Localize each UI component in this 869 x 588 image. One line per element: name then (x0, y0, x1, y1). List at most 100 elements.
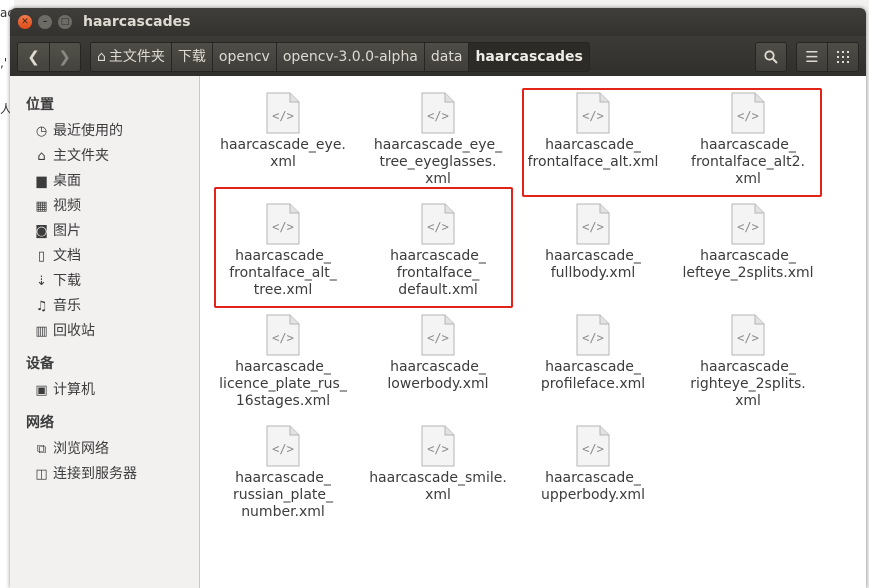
file-name-line: haarcascade_ (235, 359, 331, 375)
file-item[interactable]: </> haarcascade_eye. xml (208, 92, 358, 171)
home-icon: ⌂ (97, 49, 106, 65)
file-name-line: frontalface_alt.xml (527, 154, 659, 170)
crumb-data[interactable]: data (424, 43, 470, 71)
file-name-line: number.xml (241, 504, 325, 520)
file-item[interactable]: </> haarcascade_ upperbody.xml (518, 425, 668, 504)
file-item[interactable]: </> haarcascade_ frontalface_alt.xml (518, 92, 668, 171)
file-item[interactable]: </> haarcascade_eye_ tree_eyeglasses. xml (363, 92, 513, 188)
xml-file-icon: </> (576, 314, 610, 356)
file-item[interactable]: </> haarcascade_ lefteye_2splits.xml (673, 203, 823, 282)
list-view-button[interactable]: ☰ (796, 42, 828, 72)
svg-text:</>: </> (582, 442, 604, 456)
crumb-downloads[interactable]: 下载 (171, 43, 213, 71)
sidebar-item-documents[interactable]: ▯ 文档 (34, 245, 81, 267)
file-name-line: righteye_2splits. (690, 376, 806, 392)
file-name-line: haarcascade_ (545, 137, 641, 153)
file-name-line: fullbody.xml (550, 265, 636, 281)
xml-file-icon: </> (576, 203, 610, 245)
sidebar-item-music[interactable]: ♫ 音乐 (34, 295, 81, 317)
file-name: haarcascade_smile. xml (363, 470, 513, 504)
file-item[interactable]: </> haarcascade_ righteye_2splits. xml (673, 314, 823, 410)
svg-text:</>: </> (427, 442, 449, 456)
file-manager-window: ✕ – □ haarcascades ❮ ❯ ⌂ 主文件夹 下载 opencv o… (10, 8, 866, 588)
maximize-window-button[interactable]: □ (58, 15, 72, 29)
sidebar-item-pictures[interactable]: ◙ 图片 (34, 220, 81, 242)
file-name: haarcascade_ lowerbody.xml (363, 359, 513, 393)
home-icon: ⌂ (37, 149, 46, 164)
file-item[interactable]: </> haarcascade_ frontalface_ default.xml (363, 203, 513, 299)
chevron-right-icon: ❯ (58, 48, 71, 66)
file-view: </> haarcascade_eye. xml </> haarcascade_eye… (200, 76, 866, 588)
file-name-line: frontalface_alt_ (229, 265, 337, 281)
file-name-line: licence_plate_rus_ (219, 376, 347, 392)
file-item[interactable]: </> haarcascade_ russian_plate_ number.xml (208, 425, 358, 521)
document-icon: ▯ (37, 249, 46, 264)
file-name-line: xml (270, 154, 296, 170)
file-name: haarcascade_ russian_plate_ number.xml (208, 470, 358, 521)
toolbar: ❮ ❯ ⌂ 主文件夹 下载 opencv opencv-3.0.0-alpha d… (10, 36, 866, 76)
forward-button[interactable]: ❯ (49, 43, 80, 71)
file-name-line: frontalface_alt2. (691, 154, 805, 170)
file-name: haarcascade_ upperbody.xml (518, 470, 668, 504)
file-name-line: haarcascade_ (545, 359, 641, 375)
minimize-window-button[interactable]: – (38, 15, 52, 29)
file-item[interactable]: </> haarcascade_ frontalface_alt2. xml (673, 92, 823, 188)
nav-buttons: ❮ ❯ (17, 42, 81, 72)
sidebar-item-downloads[interactable]: ⇣ 下载 (34, 270, 81, 292)
file-name-line: haarcascade_smile. (369, 470, 507, 486)
xml-file-icon: </> (421, 314, 455, 356)
xml-file-icon: </> (731, 314, 765, 356)
file-item[interactable]: </> haarcascade_ profileface.xml (518, 314, 668, 393)
titlebar: ✕ – □ haarcascades (10, 8, 866, 36)
xml-file-icon: </> (266, 203, 300, 245)
file-name-line: 16stages.xml (235, 393, 331, 409)
svg-text:</>: </> (272, 220, 294, 234)
sidebar-item-connect-server[interactable]: ◫ 连接到服务器 (34, 463, 137, 485)
svg-text:</>: </> (272, 331, 294, 345)
xml-file-icon: </> (421, 425, 455, 467)
file-item[interactable]: </> haarcascade_ frontalface_alt_ tree.xml (208, 203, 358, 299)
xml-file-icon: </> (266, 314, 300, 356)
server-icon: ◫ (35, 467, 48, 482)
sidebar-section-places: 位置 (26, 97, 54, 113)
breadcrumb: ⌂ 主文件夹 下载 opencv opencv-3.0.0-alpha data … (90, 42, 590, 72)
file-name-line: lefteye_2splits.xml (682, 265, 814, 281)
file-name: haarcascade_ frontalface_ default.xml (363, 248, 513, 299)
sidebar-item-home[interactable]: ⌂ 主文件夹 (34, 145, 109, 167)
sidebar-item-videos[interactable]: ▦ 视频 (34, 195, 81, 217)
svg-text:</>: </> (272, 442, 294, 456)
search-button[interactable] (755, 42, 787, 72)
crumb-opencv-version[interactable]: opencv-3.0.0-alpha (276, 43, 425, 71)
search-icon (764, 50, 778, 64)
xml-file-icon: </> (266, 425, 300, 467)
file-name: haarcascade_ frontalface_alt2. xml (673, 137, 823, 188)
trash-icon: ▥ (35, 324, 48, 339)
crumb-home[interactable]: ⌂ 主文件夹 (91, 43, 172, 71)
file-item[interactable]: </> haarcascade_ licence_plate_rus_ 16stage… (208, 314, 358, 410)
file-item[interactable]: </> haarcascade_smile. xml (363, 425, 513, 504)
svg-text:</>: </> (582, 220, 604, 234)
file-item[interactable]: </> haarcascade_ fullbody.xml (518, 203, 668, 282)
grid-view-button[interactable] (828, 42, 859, 72)
file-name-line: xml (425, 487, 451, 503)
file-name-line: russian_plate_ (232, 487, 334, 503)
file-name-line: xml (735, 171, 761, 187)
xml-file-icon: </> (576, 425, 610, 467)
sidebar-item-recent[interactable]: ◷ 最近使用的 (34, 120, 123, 142)
file-name: haarcascade_ frontalface_alt_ tree.xml (208, 248, 358, 299)
back-button[interactable]: ❮ (18, 43, 50, 71)
file-item[interactable]: </> haarcascade_ lowerbody.xml (363, 314, 513, 393)
xml-file-icon: </> (421, 203, 455, 245)
window-title: haarcascades (83, 14, 191, 30)
sidebar-item-browse-network[interactable]: ⧉ 浏览网络 (34, 438, 109, 460)
xml-file-icon: </> (266, 92, 300, 134)
sidebar-item-computer[interactable]: ▣ 计算机 (34, 379, 95, 401)
file-name-line: haarcascade_ (235, 470, 331, 486)
sidebar-item-desktop[interactable]: ▆ 桌面 (34, 170, 82, 192)
sidebar-item-trash[interactable]: ▥ 回收站 (34, 320, 95, 342)
xml-file-icon: </> (731, 92, 765, 134)
close-window-button[interactable]: ✕ (18, 15, 32, 29)
download-icon: ⇣ (36, 274, 47, 289)
crumb-haarcascades[interactable]: haarcascades (469, 43, 589, 71)
crumb-opencv[interactable]: opencv (212, 43, 277, 71)
